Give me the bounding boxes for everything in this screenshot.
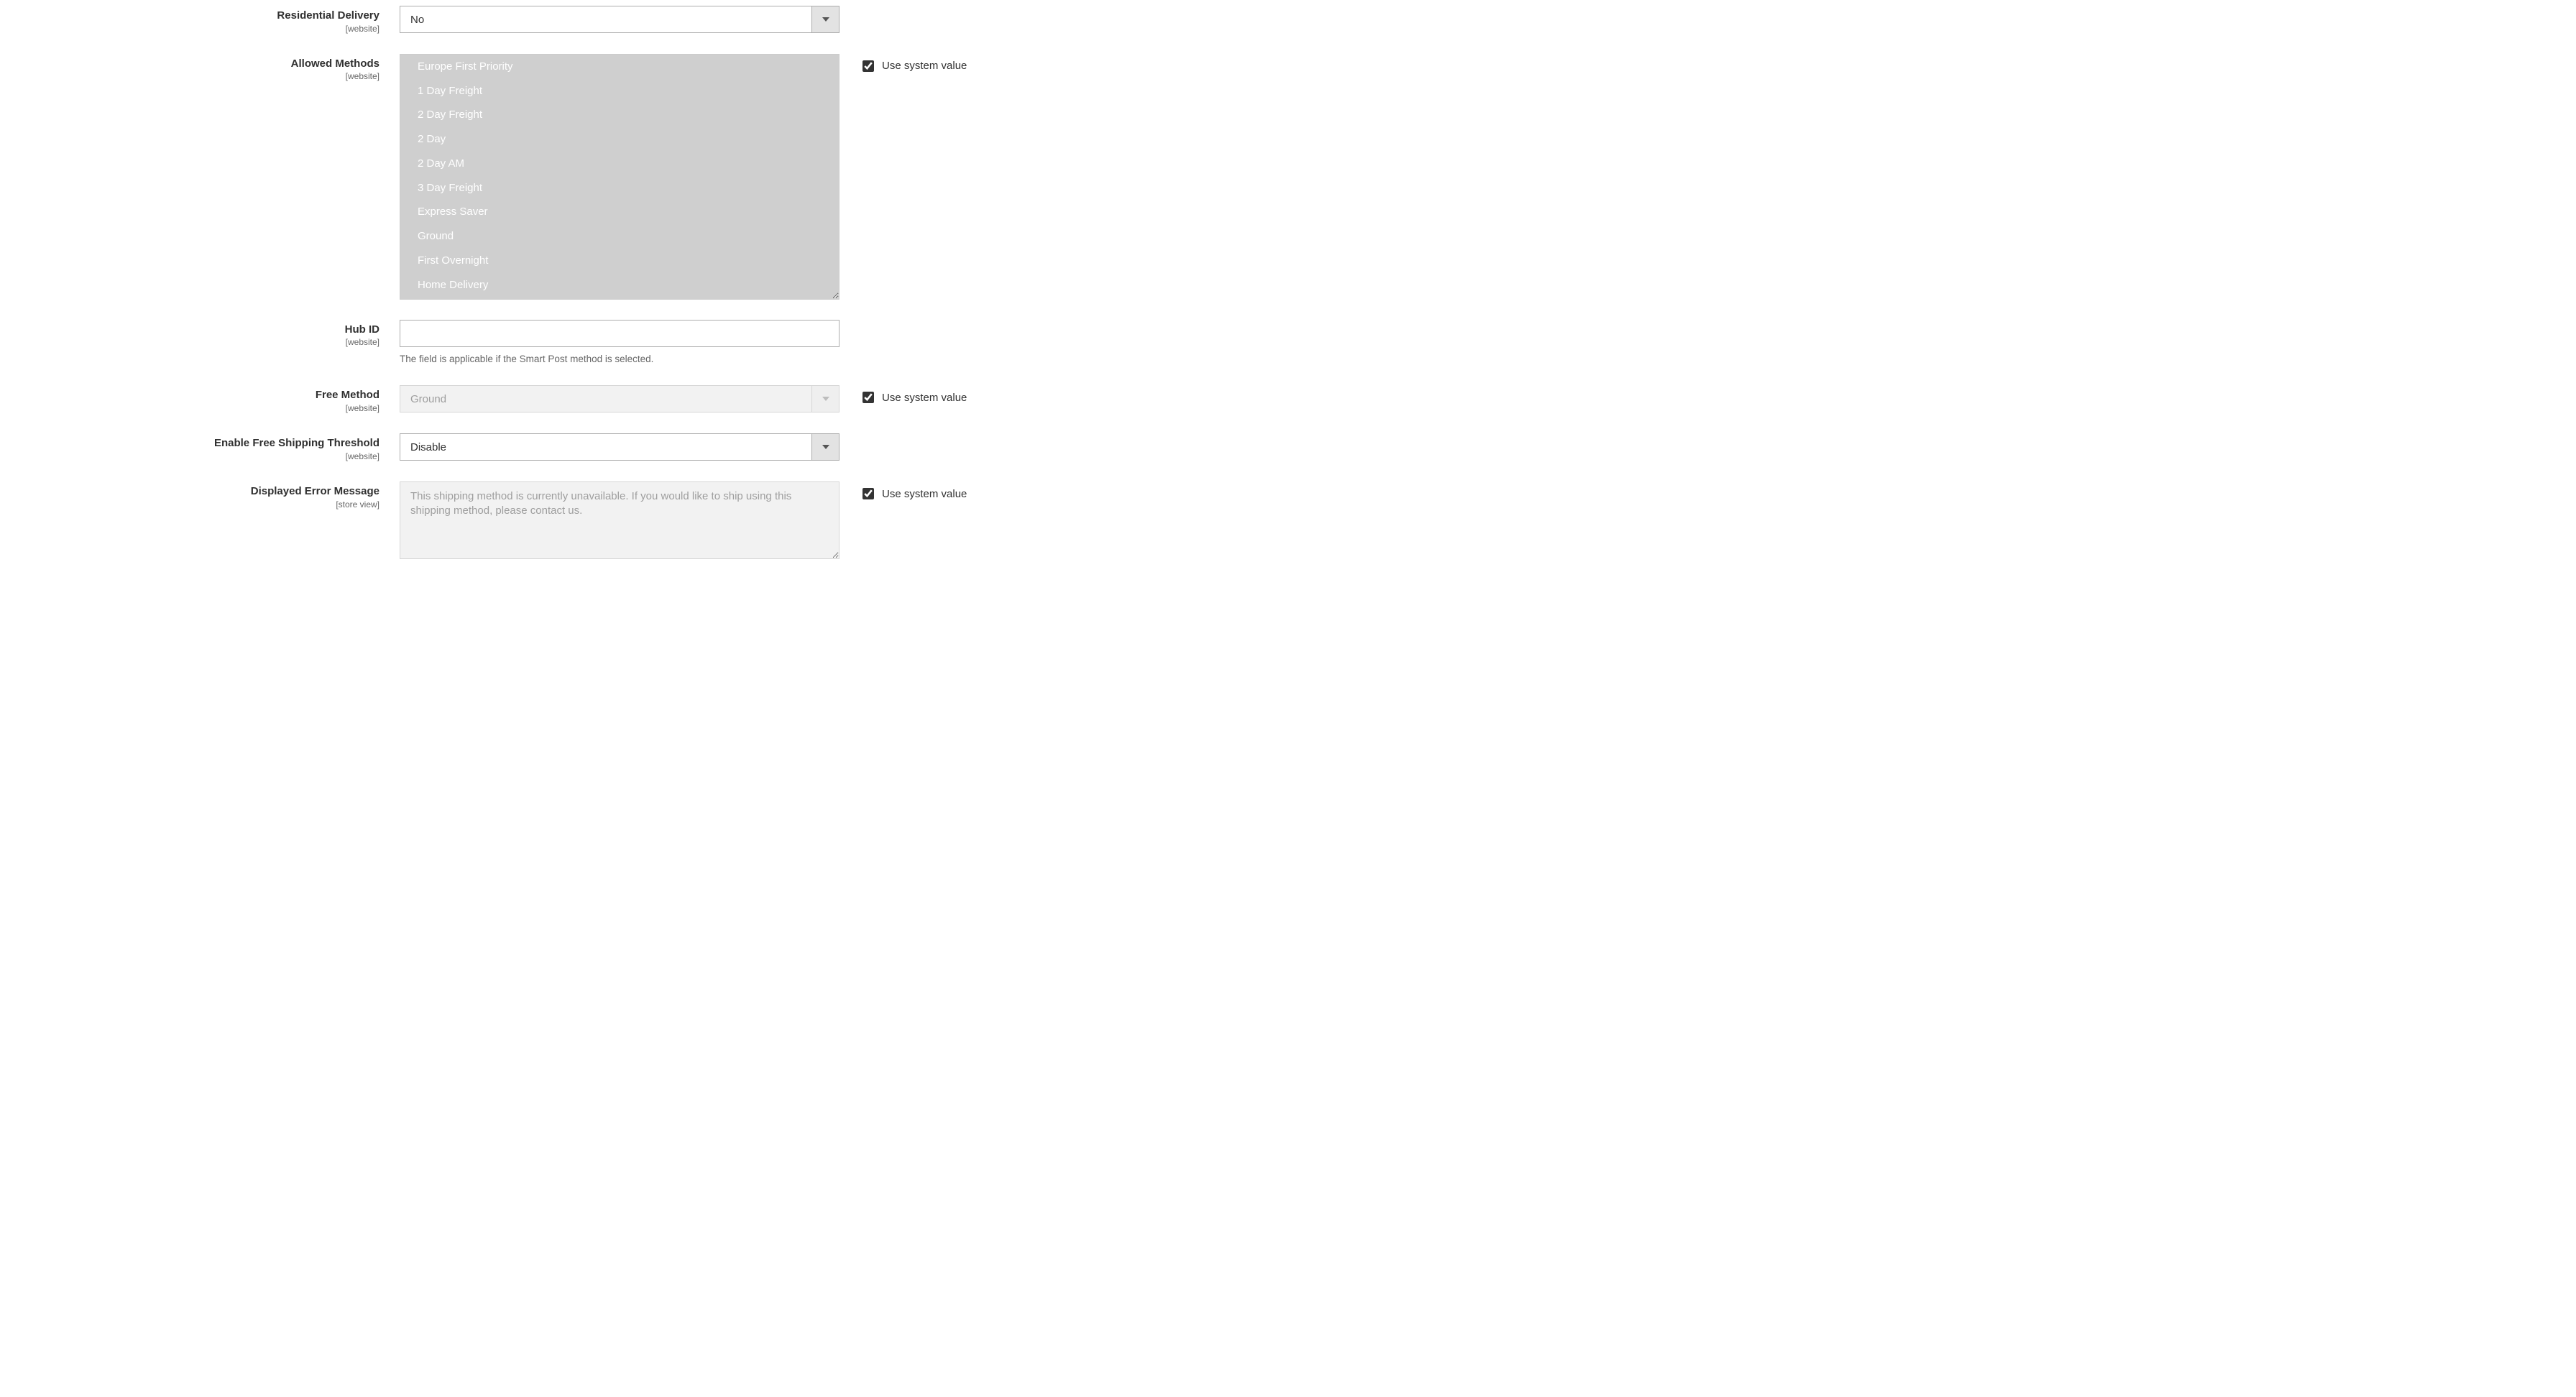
scope-label: [website]	[0, 71, 380, 81]
label-col: Enable Free Shipping Threshold [website]	[0, 433, 400, 461]
field-enable-free-shipping-threshold: Enable Free Shipping Threshold [website]…	[0, 433, 2576, 461]
extra-col: Use system value	[840, 54, 967, 74]
scope-label: [website]	[0, 24, 380, 34]
select-display: No	[400, 6, 840, 33]
extra-col	[840, 433, 860, 438]
label-col: Residential Delivery [website]	[0, 6, 400, 34]
dropdown-arrow-button[interactable]	[811, 434, 839, 460]
dropdown-arrow-button[interactable]	[811, 6, 839, 32]
free-method-label: Free Method	[0, 388, 380, 402]
scope-label: [website]	[0, 451, 380, 461]
allowed-methods-multiselect[interactable]: Europe First Priority1 Day Freight2 Day …	[400, 54, 840, 300]
control-col: Ground	[400, 385, 840, 412]
field-residential-delivery: Residential Delivery [website] No	[0, 6, 2576, 34]
scope-label: [store view]	[0, 499, 380, 510]
enable-free-shipping-threshold-select[interactable]: Disable	[400, 433, 840, 461]
control-col: Europe First Priority1 Day Freight2 Day …	[400, 54, 840, 300]
scope-label: [website]	[0, 403, 380, 413]
use-system-value-checkbox-allowed-methods[interactable]	[862, 60, 874, 72]
allowed-methods-option[interactable]: Ground	[400, 224, 839, 249]
use-system-value-label: Use system value	[882, 488, 967, 500]
hub-id-input[interactable]	[400, 320, 840, 347]
select-display: Disable	[400, 433, 840, 461]
allowed-methods-option[interactable]: 3 Day Freight	[400, 176, 839, 200]
allowed-methods-label: Allowed Methods	[0, 57, 380, 71]
field-allowed-methods: Allowed Methods [website] Europe First P…	[0, 54, 2576, 300]
allowed-methods-option[interactable]: 1 Day Freight	[400, 79, 839, 103]
dropdown-arrow-button	[811, 386, 839, 412]
allowed-methods-option[interactable]: First Overnight	[400, 249, 839, 273]
label-col: Free Method [website]	[0, 385, 400, 413]
hub-id-label: Hub ID	[0, 323, 380, 337]
enable-free-shipping-threshold-label: Enable Free Shipping Threshold	[0, 436, 380, 451]
displayed-error-message-label: Displayed Error Message	[0, 484, 380, 499]
label-col: Allowed Methods [website]	[0, 54, 400, 82]
control-col: No	[400, 6, 840, 33]
chevron-down-icon	[822, 445, 829, 449]
extra-col: Use system value	[840, 481, 967, 502]
allowed-methods-option[interactable]: 2 Day AM	[400, 152, 839, 176]
control-col: The field is applicable if the Smart Pos…	[400, 320, 840, 366]
extra-col	[840, 6, 860, 10]
shipping-settings-form: Residential Delivery [website] No Allowe…	[0, 0, 2576, 603]
free-method-select: Ground	[400, 385, 840, 412]
allowed-methods-option[interactable]: 2 Day	[400, 127, 839, 152]
extra-col: Use system value	[840, 385, 967, 405]
chevron-down-icon	[822, 397, 829, 401]
label-col: Displayed Error Message [store view]	[0, 481, 400, 510]
field-free-method: Free Method [website] Ground Use system …	[0, 385, 2576, 413]
field-hub-id: Hub ID [website] The field is applicable…	[0, 320, 2576, 366]
allowed-methods-option[interactable]: 2 Day Freight	[400, 103, 839, 127]
use-system-value-label: Use system value	[882, 392, 967, 404]
allowed-methods-option[interactable]: Express Saver	[400, 200, 839, 224]
residential-delivery-label: Residential Delivery	[0, 9, 380, 23]
allowed-methods-option[interactable]: Home Delivery	[400, 273, 839, 298]
displayed-error-message-textarea	[400, 481, 840, 559]
control-col: Disable	[400, 433, 840, 461]
hub-id-note: The field is applicable if the Smart Pos…	[400, 353, 840, 366]
scope-label: [website]	[0, 337, 380, 347]
label-col: Hub ID [website]	[0, 320, 400, 348]
use-system-value-checkbox-error-message[interactable]	[862, 488, 874, 499]
control-col	[400, 481, 840, 561]
chevron-down-icon	[822, 17, 829, 22]
use-system-value-checkbox-free-method[interactable]	[862, 392, 874, 403]
field-displayed-error-message: Displayed Error Message [store view] Use…	[0, 481, 2576, 561]
use-system-value-label: Use system value	[882, 60, 967, 72]
select-display: Ground	[400, 385, 840, 412]
residential-delivery-select[interactable]: No	[400, 6, 840, 33]
extra-col	[840, 320, 860, 324]
allowed-methods-option[interactable]: Europe First Priority	[400, 55, 839, 79]
